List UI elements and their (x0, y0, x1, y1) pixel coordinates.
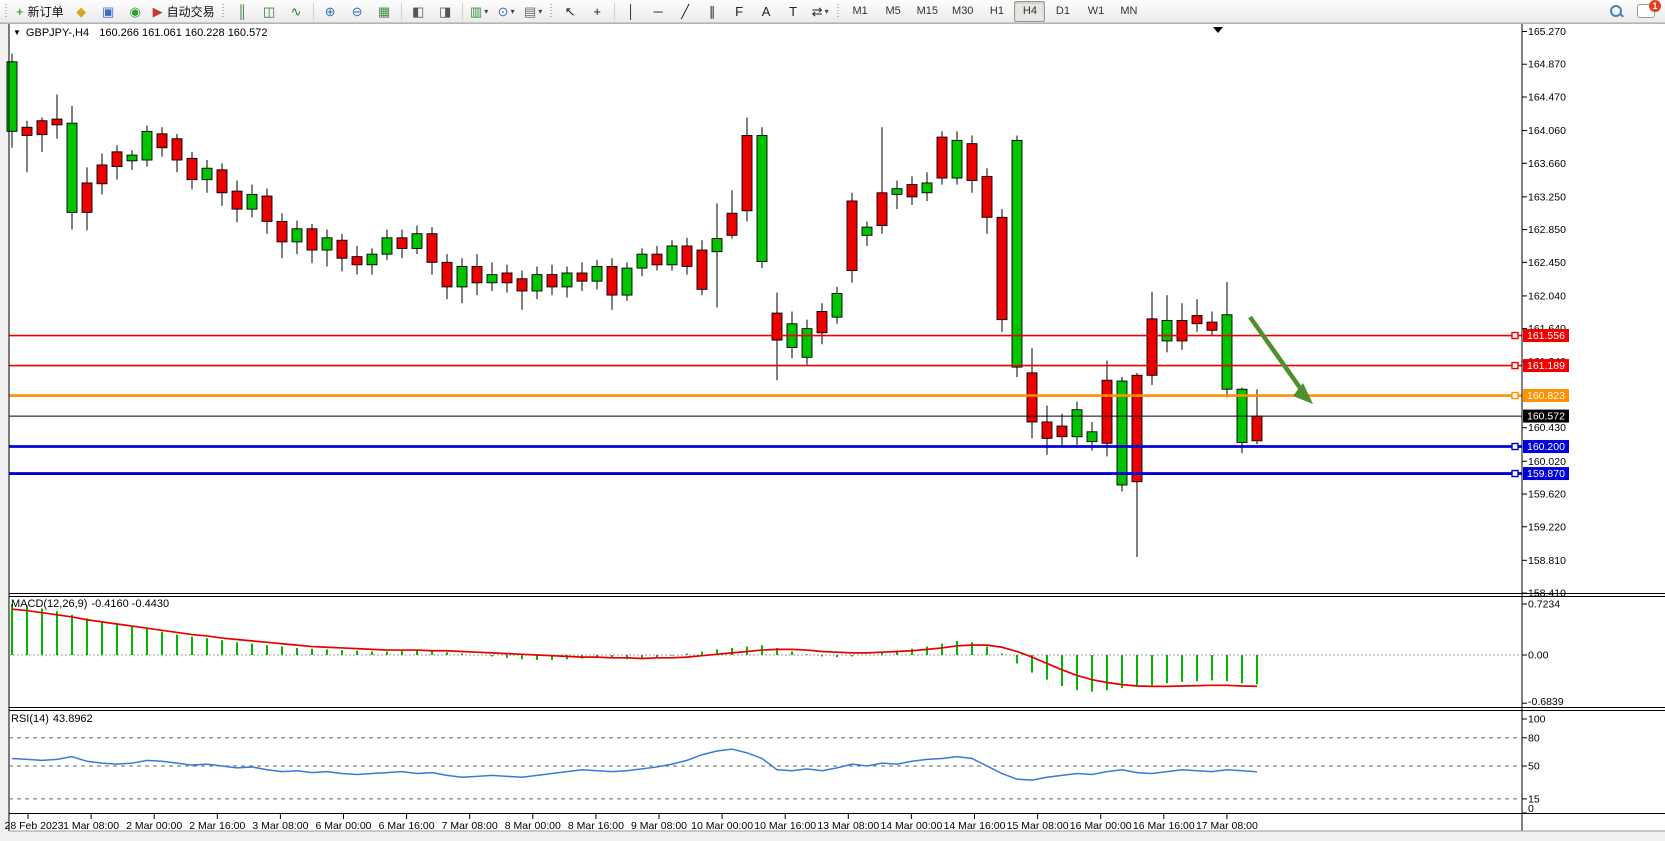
svg-text:163.250: 163.250 (1528, 191, 1566, 203)
svg-text:28 Feb 2023: 28 Feb 2023 (5, 820, 64, 832)
svg-text:165.270: 165.270 (1528, 26, 1566, 38)
rsi-indicator-label: RSI(14) 43.8962 (11, 713, 97, 725)
svg-text:0: 0 (1528, 803, 1534, 815)
svg-text:160.200: 160.200 (1527, 441, 1565, 453)
rsi-name: RSI(14) (11, 713, 49, 725)
svg-text:162.040: 162.040 (1528, 290, 1566, 302)
svg-text:17 Mar 08:00: 17 Mar 08:00 (1196, 820, 1258, 832)
svg-text:2 Mar 00:00: 2 Mar 00:00 (126, 820, 182, 832)
mt4-window: +新订单◆▣◉▶自动交易║◫∿⊕⊖▦◧◨▥▾⊙▾▤▾↖+│─╱∥FAT⇄▾M1M… (0, 0, 1665, 841)
svg-text:160.572: 160.572 (1527, 411, 1565, 423)
svg-text:0.00: 0.00 (1528, 650, 1549, 662)
svg-text:158.810: 158.810 (1528, 555, 1566, 567)
svg-text:80: 80 (1528, 732, 1540, 744)
svg-text:16 Mar 00:00: 16 Mar 00:00 (1070, 820, 1132, 832)
svg-text:8 Mar 00:00: 8 Mar 00:00 (505, 820, 561, 832)
svg-text:9 Mar 08:00: 9 Mar 08:00 (631, 820, 687, 832)
macd-name: MACD(12,26,9) (11, 598, 87, 610)
chart-canvas[interactable]: 165.270 164.870 164.470 164.060 163.660 163.2… (0, 0, 1665, 841)
svg-text:163.660: 163.660 (1528, 158, 1566, 170)
svg-text:0.7234: 0.7234 (1528, 599, 1560, 611)
svg-text:14 Mar 00:00: 14 Mar 00:00 (880, 820, 942, 832)
svg-text:164.470: 164.470 (1528, 91, 1566, 103)
svg-text:2 Mar 16:00: 2 Mar 16:00 (189, 820, 245, 832)
svg-text:161.189: 161.189 (1527, 360, 1565, 372)
chart-title: ▼ GBPJPY-,H4 160.266 161.061 160.228 160.… (13, 27, 271, 39)
svg-text:6 Mar 00:00: 6 Mar 00:00 (315, 820, 371, 832)
svg-text:10 Mar 00:00: 10 Mar 00:00 (691, 820, 753, 832)
chart-title-symbol: GBPJPY-,H4 (26, 27, 89, 39)
svg-text:16 Mar 16:00: 16 Mar 16:00 (1133, 820, 1195, 832)
svg-text:100: 100 (1528, 714, 1546, 726)
rsi-value: 43.8962 (53, 713, 93, 725)
svg-text:10 Mar 16:00: 10 Mar 16:00 (754, 820, 816, 832)
chart-title-ohlc: 160.266 161.061 160.228 160.572 (99, 27, 267, 39)
svg-text:162.850: 162.850 (1528, 224, 1566, 236)
macd-pane[interactable] (9, 597, 1522, 707)
svg-text:1 Mar 08:00: 1 Mar 08:00 (63, 820, 119, 832)
macd-indicator-label: MACD(12,26,9) -0.4160 -0.4430 (11, 598, 173, 610)
svg-text:162.450: 162.450 (1528, 257, 1566, 269)
svg-text:8 Mar 16:00: 8 Mar 16:00 (568, 820, 624, 832)
svg-text:160.823: 160.823 (1527, 390, 1565, 402)
svg-text:15 Mar 08:00: 15 Mar 08:00 (1007, 820, 1069, 832)
svg-text:7 Mar 08:00: 7 Mar 08:00 (442, 820, 498, 832)
svg-text:-0.6839: -0.6839 (1528, 696, 1564, 708)
svg-text:6 Mar 16:00: 6 Mar 16:00 (379, 820, 435, 832)
svg-text:159.220: 159.220 (1528, 521, 1566, 533)
collapse-triangle-icon[interactable]: ▼ (13, 28, 21, 37)
svg-text:13 Mar 08:00: 13 Mar 08:00 (817, 820, 879, 832)
svg-text:164.060: 164.060 (1528, 125, 1566, 137)
main-chart-pane[interactable] (9, 24, 1522, 593)
svg-text:164.870: 164.870 (1528, 59, 1566, 71)
svg-text:160.020: 160.020 (1528, 456, 1566, 468)
svg-text:159.870: 159.870 (1527, 468, 1565, 480)
svg-text:160.430: 160.430 (1528, 422, 1566, 434)
svg-text:159.620: 159.620 (1528, 489, 1566, 501)
svg-text:3 Mar 08:00: 3 Mar 08:00 (252, 820, 308, 832)
svg-text:14 Mar 16:00: 14 Mar 16:00 (944, 820, 1006, 832)
macd-values: -0.4160 -0.4430 (91, 598, 169, 610)
svg-text:50: 50 (1528, 761, 1540, 773)
svg-text:161.556: 161.556 (1527, 330, 1565, 342)
